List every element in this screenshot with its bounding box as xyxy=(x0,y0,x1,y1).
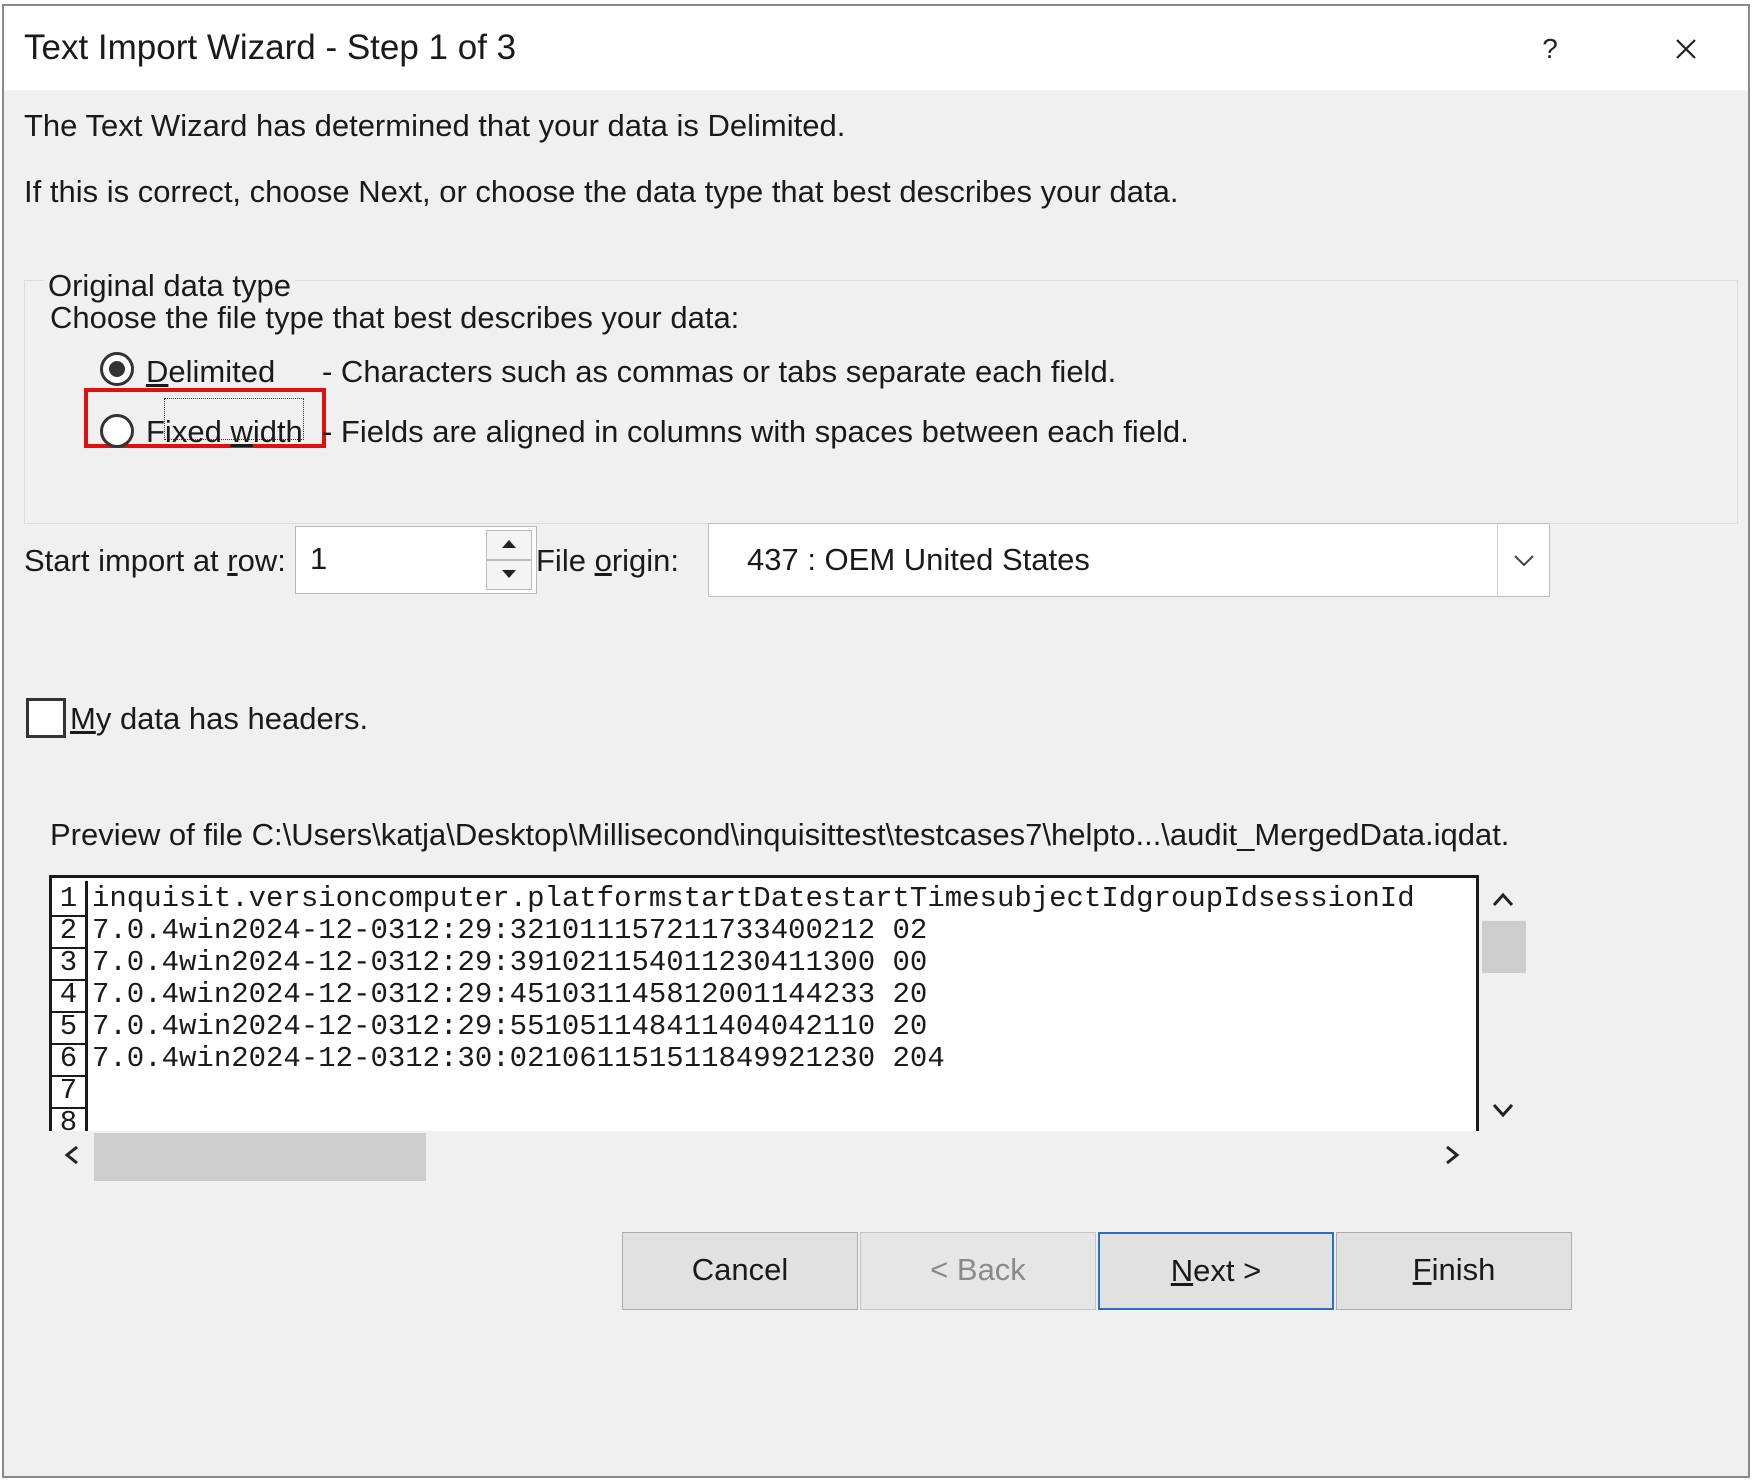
file-origin-value: 437 : OEM United States xyxy=(747,542,1090,577)
file-type-prompt: Choose the file type that best describes… xyxy=(50,300,740,335)
row-text: 7.0.4win2024-12-0312:29:3210111572117334… xyxy=(92,914,928,947)
vertical-scroll-thumb[interactable] xyxy=(1482,921,1526,973)
scroll-left-button[interactable] xyxy=(51,1135,91,1175)
delimited-description: - Characters such as commas or tabs sepa… xyxy=(322,354,1117,389)
file-origin-dropdown[interactable]: 437 : OEM United States xyxy=(708,523,1550,597)
chevron-down-icon xyxy=(1492,1103,1514,1118)
row-text: 7.0.4win2024-12-0312:29:4510311458120011… xyxy=(92,978,928,1011)
scroll-right-button[interactable] xyxy=(1433,1135,1473,1175)
title-bar: Text Import Wizard - Step 1 of 3 ? xyxy=(4,6,1748,90)
chevron-up-icon xyxy=(1492,892,1514,907)
preview-label: Preview of file C:\Users\katja\Desktop\M… xyxy=(50,817,1510,852)
headers-checkbox[interactable] xyxy=(26,698,66,738)
horizontal-scrollbar[interactable] xyxy=(49,1131,1479,1181)
delimited-radio[interactable] xyxy=(100,352,134,386)
caret-down-icon xyxy=(502,570,516,578)
row-number: 5 xyxy=(52,1009,88,1045)
increment-button[interactable] xyxy=(486,530,532,560)
close-icon xyxy=(1676,39,1696,59)
caret-up-icon xyxy=(502,540,516,548)
start-row-value[interactable]: 1 xyxy=(310,541,327,577)
dropdown-arrow[interactable] xyxy=(1497,524,1549,596)
close-button[interactable] xyxy=(1656,24,1716,74)
fixed-width-description: - Fields are aligned in columns with spa… xyxy=(322,414,1189,449)
row-number: 8 xyxy=(52,1105,88,1131)
decrement-button[interactable] xyxy=(486,560,532,590)
group-legend: Original data type xyxy=(44,268,295,304)
back-button[interactable]: < Back xyxy=(860,1232,1096,1310)
start-row-stepper[interactable]: 1 xyxy=(295,526,537,594)
row-text: 7.0.4win2024-12-0312:30:0210611515118499… xyxy=(92,1042,945,1075)
fixed-width-label[interactable]: Fixed width xyxy=(146,414,303,450)
row-text: 7.0.4win2024-12-0312:29:3910211540112304… xyxy=(92,946,928,979)
row-number: 4 xyxy=(52,977,88,1013)
fixed-width-radio[interactable] xyxy=(100,414,134,448)
finish-button[interactable]: Finish xyxy=(1336,1232,1572,1310)
window-title: Text Import Wizard - Step 1 of 3 xyxy=(24,28,517,67)
row-number: 6 xyxy=(52,1041,88,1077)
row-number: 1 xyxy=(52,881,88,917)
scroll-down-button[interactable] xyxy=(1480,1091,1530,1131)
preview-pane[interactable]: 1 inquisit.versioncomputer.platformstartD… xyxy=(49,875,1479,1131)
row-text: inquisit.versioncomputer.platformstartDa… xyxy=(92,882,1415,915)
headers-checkbox-label[interactable]: My data has headers. xyxy=(70,701,368,737)
scroll-up-button[interactable] xyxy=(1480,879,1530,919)
text-import-wizard-dialog: Text Import Wizard - Step 1 of 3 ? The T… xyxy=(2,4,1750,1478)
row-number: 7 xyxy=(52,1073,88,1109)
chevron-down-icon xyxy=(1514,555,1534,567)
row-text: 7.0.4win2024-12-0312:29:5510511484114040… xyxy=(92,1010,928,1043)
horizontal-scroll-thumb[interactable] xyxy=(94,1133,426,1181)
chevron-right-icon xyxy=(1446,1145,1460,1165)
chevron-left-icon xyxy=(64,1145,78,1165)
row-number: 3 xyxy=(52,945,88,981)
help-button[interactable]: ? xyxy=(1520,24,1580,74)
vertical-scrollbar[interactable] xyxy=(1480,875,1530,1131)
file-origin-label: File origin: xyxy=(536,543,680,578)
intro-line-2: If this is correct, choose Next, or choo… xyxy=(24,174,1179,209)
next-button[interactable]: Next > xyxy=(1098,1232,1334,1310)
start-row-label: Start import at row: xyxy=(24,543,286,578)
cancel-button[interactable]: Cancel xyxy=(622,1232,858,1310)
row-number: 2 xyxy=(52,913,88,949)
intro-line-1: The Text Wizard has determined that your… xyxy=(24,108,846,143)
delimited-label[interactable]: Delimited xyxy=(146,354,275,390)
